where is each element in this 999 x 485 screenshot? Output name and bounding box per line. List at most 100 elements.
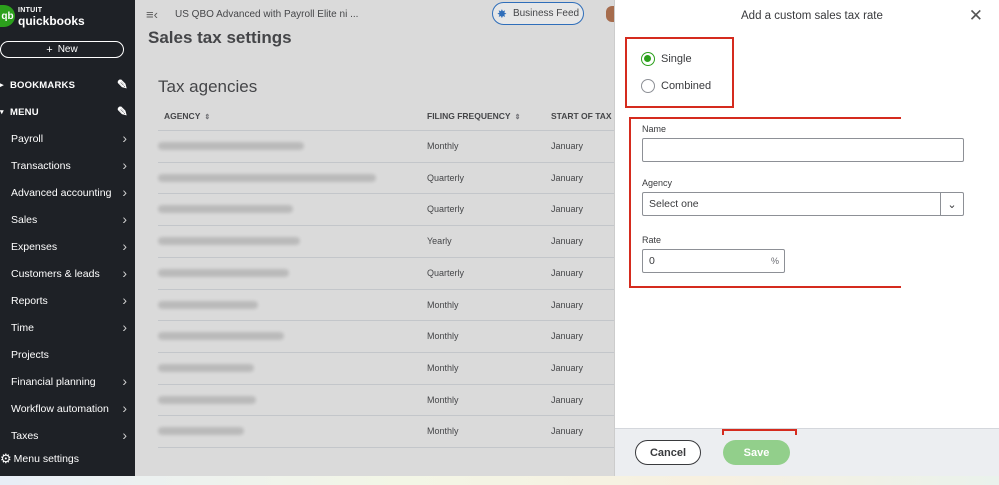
menu-header[interactable]: ▾ MENU ✎ [0,102,135,122]
custom-tax-rate-drawer: Add a custom sales tax rate ✕ Single Com… [614,0,999,476]
start-period-cell: January [551,141,584,151]
table-divider [158,447,615,448]
sidebar-item-sales[interactable]: Sales › [0,210,135,230]
column-header-start-period[interactable]: START OF TAX PI [551,111,622,121]
annotation-tick-right [795,429,797,435]
chevron-right-icon: › [122,157,127,173]
table-divider [158,351,615,353]
filing-frequency-cell: Monthly [427,426,459,437]
drawer-title: Add a custom sales tax rate [741,10,883,22]
sidebar-item-label: Financial planning [11,376,96,388]
new-button[interactable]: + New [0,41,124,58]
business-feed-button[interactable]: ✸ Business Feed [492,2,584,25]
menu-collapse-icon[interactable]: ≡‹ [146,7,158,22]
redacted-agency-name [158,205,293,214]
redacted-agency-name [158,268,289,277]
annotation-line-left [629,117,631,288]
redacted-agency-name [158,395,256,404]
filing-frequency-cell: Yearly [427,236,452,247]
start-period-cell: January [551,172,584,183]
drawer-footer: Cancel Save [615,428,999,476]
table-divider [158,256,615,258]
sidebar-item-label: Workflow automation [11,403,109,415]
column-header-filing-frequency[interactable]: FILING FREQUENCY ⇕ [427,111,520,121]
company-name[interactable]: US QBO Advanced with Payroll Elite ni ..… [175,9,358,20]
sidebar-item-label: Expenses [11,241,58,253]
bookmarks-header[interactable]: ▸ BOOKMARKS ✎ [0,75,135,95]
sidebar-item-label: Customers & leads [11,268,100,280]
start-period-cell: January [551,362,584,373]
start-period-cell: January [551,394,584,405]
sidebar-item-workflow-automation[interactable]: Workflow automation › [0,399,135,419]
chevron-down-icon[interactable]: ⌄ [940,193,963,215]
filing-frequency-cell: Quarterly [427,204,465,215]
close-icon[interactable]: ✕ [969,6,983,26]
sidebar-item-advanced-accounting[interactable]: Advanced accounting › [0,183,135,203]
logo-product-text: quickbooks [18,14,85,28]
sidebar-item-expenses[interactable]: Expenses › [0,237,135,257]
annotation-line-top [629,117,901,119]
cancel-button[interactable]: Cancel [635,440,701,465]
filing-frequency-cell: Monthly [427,394,459,405]
sparkle-icon: ✸ [496,6,507,21]
sidebar-item-reports[interactable]: Reports › [0,291,135,311]
sidebar-item-financial-planning[interactable]: Financial planning › [0,372,135,392]
redacted-agency-name [158,173,376,182]
chevron-right-icon: › [122,130,127,146]
pencil-icon[interactable]: ✎ [117,104,128,120]
start-period-cell: January [551,236,584,247]
table-divider [158,225,615,227]
chevron-right-icon: › [122,265,127,281]
start-period-cell: January [551,299,584,310]
name-label: Name [642,124,667,134]
menu-settings-link[interactable]: ⚙ Menu settings [0,451,79,467]
sidebar-item-payroll[interactable]: Payroll › [0,129,135,149]
sidebar-item-taxes[interactable]: Taxes › [0,426,135,446]
rate-value: 0 [649,255,655,267]
chevron-right-icon: › [122,319,127,335]
sidebar-item-label: Payroll [11,133,44,145]
agency-select-value: Select one [649,198,699,210]
redacted-agency-name [158,332,284,341]
menu-label: MENU [10,106,39,118]
plus-icon: + [46,43,53,56]
start-period-cell: January [551,267,584,278]
sidebar-item-label: Transactions [11,160,71,172]
sidebar-item-projects[interactable]: Projects [0,345,135,365]
business-feed-label: Business Feed [512,8,580,19]
filing-frequency-cell: Quarterly [427,267,465,278]
agency-label: Agency [642,178,673,188]
annotation-line-bottom [629,286,901,288]
save-button[interactable]: Save [723,440,790,465]
chevron-right-icon: › [122,238,127,254]
sidebar-item-transactions[interactable]: Transactions › [0,156,135,176]
sidebar-item-label: Advanced accounting [11,187,112,199]
redacted-agency-name [158,237,300,246]
sidebar-item-label: Projects [11,349,49,361]
section-title: Tax agencies [158,77,258,96]
desktop-strip [0,476,999,485]
annotation-line-save [722,429,797,431]
column-header-agency[interactable]: AGENCY ⇕ [164,111,210,121]
sort-icon: ⇕ [204,114,211,121]
tax-agencies-card: Tax agencies AGENCY ⇕ FILING FREQUENCY ⇕ S… [142,60,622,474]
bookmarks-label: BOOKMARKS [10,79,76,91]
rate-input[interactable]: 0 % [642,249,785,273]
redacted-agency-name [158,300,258,309]
menu-settings-label: Menu settings [13,453,80,465]
page-title: Sales tax settings [148,28,292,47]
name-input[interactable] [642,138,964,162]
start-period-cell: January [551,331,584,342]
filing-frequency-cell: Monthly [427,299,459,310]
left-sidebar: qb INTUIT quickbooks + New ▸ BOOKMARKS ✎… [0,0,135,476]
filing-frequency-cell: Monthly [427,362,459,373]
redacted-agency-name [158,142,304,150]
sort-icon: ⇕ [514,114,521,121]
quickbooks-logo[interactable]: qb INTUIT quickbooks [0,5,85,27]
agency-select[interactable]: Select one ⌄ [642,192,964,216]
sidebar-item-customers-leads[interactable]: Customers & leads › [0,264,135,284]
pencil-icon[interactable]: ✎ [117,77,128,93]
sidebar-item-label: Time [11,322,34,334]
annotation-tick-left [722,429,724,435]
sidebar-item-time[interactable]: Time › [0,318,135,338]
